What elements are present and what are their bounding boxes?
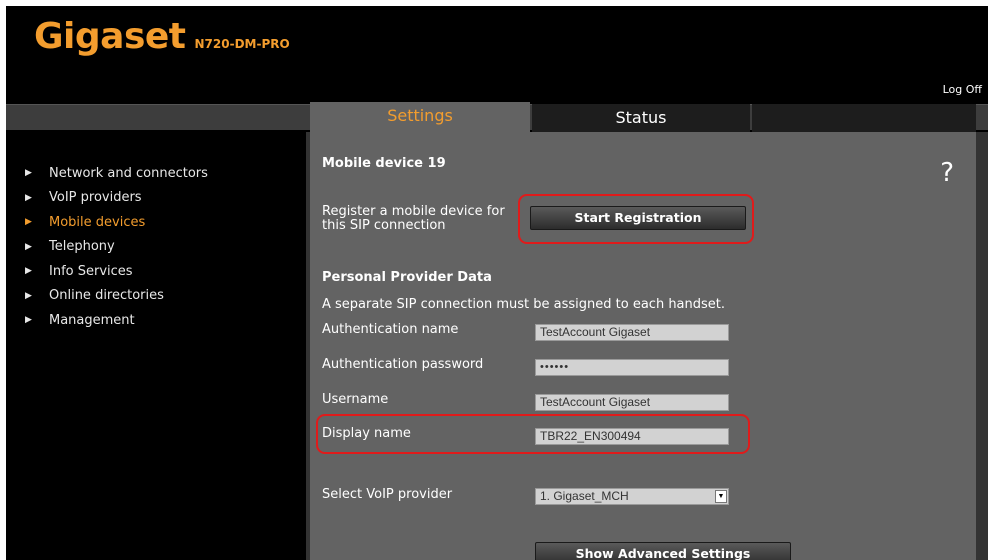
arrow-right-icon: ▶ [25,241,32,252]
chevron-down-icon[interactable]: ▼ [715,490,727,503]
username-label: Username [322,392,389,407]
arrow-right-icon: ▶ [25,290,32,301]
gigaset-logo: Gigaset N720-DM-PRO [34,16,290,57]
voip-provider-selected: 1. Gigaset_MCH [540,489,629,503]
help-icon[interactable]: ? [940,158,954,188]
display-name-input[interactable] [535,428,729,445]
provider-section-title: Personal Provider Data [322,270,492,285]
arrow-right-icon: ▶ [25,217,32,228]
sidebar-item-label: Management [49,312,135,328]
app-window: Gigaset N720-DM-PRO Log Off Settings Sta… [6,6,988,560]
username-input[interactable] [535,394,729,411]
sidebar-item-network-and-connectors[interactable]: ▶ Network and connectors [25,161,208,186]
arrow-right-icon: ▶ [25,315,32,326]
tab-status[interactable]: Status [532,104,750,134]
sidebar-item-label: VoIP providers [49,190,142,206]
sidebar-item-label: Online directories [49,288,164,304]
sidebar-item-management[interactable]: ▶ Management [25,308,208,333]
brand-name: Gigaset [34,16,186,57]
sidebar-item-label: Telephony [49,239,115,255]
tab-placeholder [752,104,976,134]
model-name: N720-DM-PRO [194,37,290,51]
sidebar-item-label: Info Services [49,263,133,279]
start-registration-button[interactable]: Start Registration [530,206,746,230]
sidebar-item-label: Mobile devices [49,214,146,230]
sidebar-item-online-directories[interactable]: ▶ Online directories [25,284,208,309]
logoff-link[interactable]: Log Off [943,83,982,96]
auth-name-label: Authentication name [322,322,459,337]
sidebar-item-label: Network and connectors [49,165,208,181]
voip-provider-select[interactable]: 1. Gigaset_MCH ▼ [535,488,729,505]
arrow-right-icon: ▶ [25,266,32,277]
voip-provider-label: Select VoIP provider [322,487,453,502]
display-name-label: Display name [322,426,411,441]
auth-name-input[interactable] [535,324,729,341]
tab-settings[interactable]: Settings [310,102,530,132]
arrow-right-icon: ▶ [25,192,32,203]
arrow-right-icon: ▶ [25,168,32,179]
sidebar-item-telephony[interactable]: ▶ Telephony [25,235,208,260]
auth-password-label: Authentication password [322,357,484,372]
auth-password-input[interactable]: •••••• [535,359,729,376]
register-description-line1: Register a mobile device for [322,204,505,219]
register-description-line2: this SIP connection [322,218,446,233]
sidebar-item-info-services[interactable]: ▶ Info Services [25,259,208,284]
page-title: Mobile device 19 [322,156,446,171]
sidebar-item-voip-providers[interactable]: ▶ VoIP providers [25,186,208,211]
settings-panel: ? Mobile device 19 Register a mobile dev… [310,132,976,560]
show-advanced-settings-button[interactable]: Show Advanced Settings [535,542,791,560]
sidebar: ▶ Network and connectors ▶ VoIP providers … [6,132,306,560]
sidebar-item-mobile-devices[interactable]: ▶ Mobile devices [25,210,208,235]
sidebar-menu: ▶ Network and connectors ▶ VoIP providers … [25,161,208,333]
provider-note: A separate SIP connection must be assign… [322,297,726,312]
